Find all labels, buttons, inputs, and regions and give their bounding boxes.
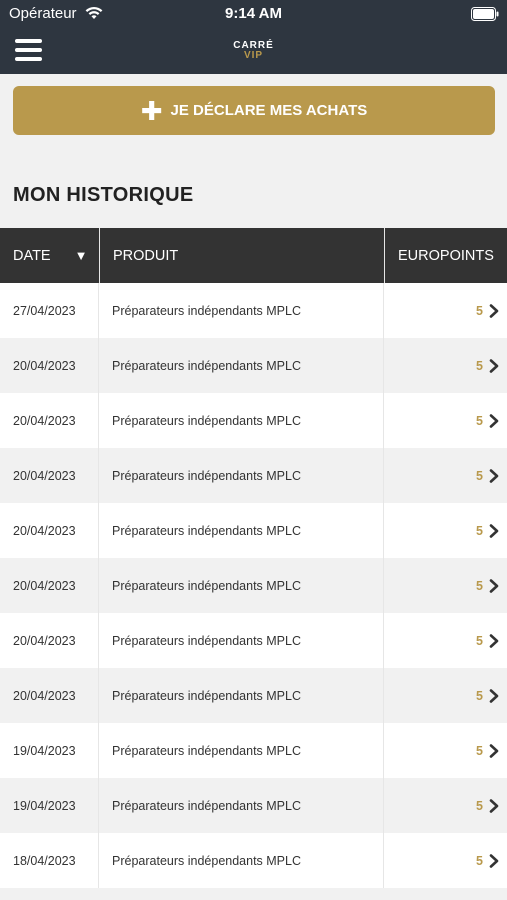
sort-down-triangle-icon: ▼	[74, 248, 88, 263]
row-date: 20/04/2023	[0, 448, 99, 503]
column-label-product: PRODUIT	[113, 247, 179, 264]
history-table-body: 27/04/2023 Préparateurs indépendants MPLC…	[0, 283, 507, 888]
row-points-cell: 5	[384, 833, 507, 888]
row-points: 5	[476, 688, 483, 703]
row-points-cell: 5	[384, 448, 507, 503]
column-header-europoints: EUROPOINTS	[384, 228, 507, 283]
carre-vip-logo: CARRÉ VIP	[0, 40, 507, 61]
chevron-right-icon	[489, 303, 499, 318]
chevron-right-icon	[489, 523, 499, 538]
row-points-cell: 5	[384, 558, 507, 613]
logo-line2: VIP	[243, 50, 264, 61]
plus-icon: ✚	[140, 95, 163, 126]
column-header-product: PRODUIT	[99, 228, 384, 283]
table-row[interactable]: 20/04/2023 Préparateurs indépendants MPLC…	[0, 503, 507, 558]
table-row[interactable]: 20/04/2023 Préparateurs indépendants MPLC…	[0, 338, 507, 393]
row-date: 20/04/2023	[0, 393, 99, 448]
app-header: Opérateur 9:14 AM CARRÉ VIP	[0, 0, 507, 74]
row-points-cell: 5	[384, 668, 507, 723]
row-points-cell: 5	[384, 283, 507, 338]
column-label-europoints: EUROPOINTS	[398, 247, 494, 264]
table-row[interactable]: 19/04/2023 Préparateurs indépendants MPLC…	[0, 723, 507, 778]
table-row[interactable]: 19/04/2023 Préparateurs indépendants MPLC…	[0, 778, 507, 833]
chevron-right-icon	[489, 798, 499, 813]
battery-icon	[471, 7, 499, 21]
row-points: 5	[476, 413, 483, 428]
declare-purchases-label: JE DÉCLARE MES ACHATS	[170, 102, 368, 119]
row-date: 19/04/2023	[0, 723, 99, 778]
row-date: 20/04/2023	[0, 613, 99, 668]
chevron-right-icon	[489, 688, 499, 703]
row-date: 27/04/2023	[0, 283, 99, 338]
row-points: 5	[476, 578, 483, 593]
row-points: 5	[476, 523, 483, 538]
row-product: Préparateurs indépendants MPLC	[99, 283, 384, 338]
row-points: 5	[476, 743, 483, 758]
row-points-cell: 5	[384, 613, 507, 668]
row-product: Préparateurs indépendants MPLC	[99, 393, 384, 448]
column-label-date: DATE	[13, 247, 51, 264]
chevron-right-icon	[489, 578, 499, 593]
status-time: 9:14 AM	[225, 5, 282, 22]
row-product: Préparateurs indépendants MPLC	[99, 503, 384, 558]
row-points-cell: 5	[384, 393, 507, 448]
row-points: 5	[476, 798, 483, 813]
row-product: Préparateurs indépendants MPLC	[99, 833, 384, 888]
table-row[interactable]: 18/04/2023 Préparateurs indépendants MPLC…	[0, 833, 507, 888]
row-date: 20/04/2023	[0, 668, 99, 723]
column-header-date[interactable]: DATE ▼	[0, 228, 99, 283]
row-date: 20/04/2023	[0, 503, 99, 558]
row-product: Préparateurs indépendants MPLC	[99, 448, 384, 503]
row-product: Préparateurs indépendants MPLC	[99, 338, 384, 393]
table-row[interactable]: 20/04/2023 Préparateurs indépendants MPLC…	[0, 393, 507, 448]
row-date: 20/04/2023	[0, 558, 99, 613]
row-points-cell: 5	[384, 778, 507, 833]
table-row[interactable]: 20/04/2023 Préparateurs indépendants MPLC…	[0, 668, 507, 723]
table-header: DATE ▼ PRODUIT EUROPOINTS	[0, 228, 507, 283]
row-points: 5	[476, 358, 483, 373]
row-points: 5	[476, 633, 483, 648]
row-points-cell: 5	[384, 503, 507, 558]
chevron-right-icon	[489, 743, 499, 758]
row-points-cell: 5	[384, 338, 507, 393]
status-bar: Opérateur 9:14 AM	[0, 0, 507, 28]
table-row[interactable]: 20/04/2023 Préparateurs indépendants MPLC…	[0, 558, 507, 613]
declare-purchases-button[interactable]: ✚ JE DÉCLARE MES ACHATS	[13, 86, 495, 135]
chevron-right-icon	[489, 853, 499, 868]
row-product: Préparateurs indépendants MPLC	[99, 723, 384, 778]
chevron-right-icon	[489, 413, 499, 428]
row-product: Préparateurs indépendants MPLC	[99, 778, 384, 833]
chevron-right-icon	[489, 633, 499, 648]
row-points: 5	[476, 303, 483, 318]
table-row[interactable]: 20/04/2023 Préparateurs indépendants MPLC…	[0, 613, 507, 668]
row-date: 19/04/2023	[0, 778, 99, 833]
row-points: 5	[476, 468, 483, 483]
table-row[interactable]: 20/04/2023 Préparateurs indépendants MPLC…	[0, 448, 507, 503]
row-date: 18/04/2023	[0, 833, 99, 888]
section-title: MON HISTORIQUE	[13, 184, 194, 206]
row-product: Préparateurs indépendants MPLC	[99, 558, 384, 613]
row-points-cell: 5	[384, 723, 507, 778]
table-row[interactable]: 27/04/2023 Préparateurs indépendants MPLC…	[0, 283, 507, 338]
chevron-right-icon	[489, 468, 499, 483]
row-product: Préparateurs indépendants MPLC	[99, 613, 384, 668]
row-date: 20/04/2023	[0, 338, 99, 393]
row-product: Préparateurs indépendants MPLC	[99, 668, 384, 723]
chevron-right-icon	[489, 358, 499, 373]
row-points: 5	[476, 853, 483, 868]
